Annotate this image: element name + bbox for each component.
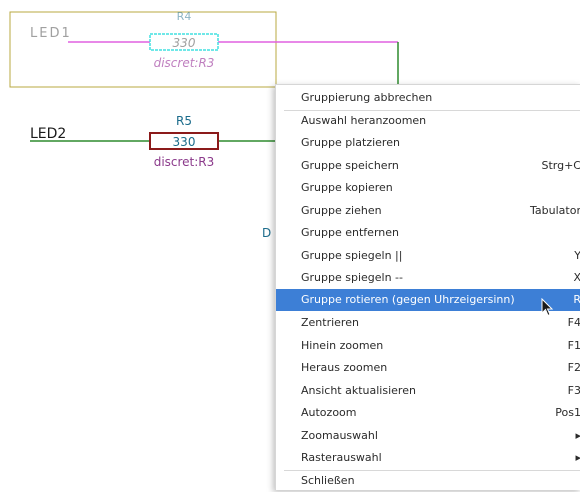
menu-item-gruppe-entfernen[interactable]: Gruppe entfernen <box>276 222 580 244</box>
menu-item-rasterauswahl[interactable]: Rasterauswahl ▸ <box>276 447 580 469</box>
menu-item-label: Heraus zoomen <box>301 361 388 374</box>
menu-item-gruppe-platzieren[interactable]: Gruppe platzieren <box>276 132 580 154</box>
menu-item-heraus-zoomen[interactable]: Heraus zoomen F2 <box>276 357 580 379</box>
menu-item-label: Schließen <box>301 474 355 487</box>
menu-item-label: Autozoom <box>301 406 357 419</box>
menu-item-zoomauswahl[interactable]: Zoomauswahl ▸ <box>276 425 580 447</box>
menu-item-shortcut: F4 <box>567 316 580 329</box>
menu-item-hinein-zoomen[interactable]: Hinein zoomen F1 <box>276 335 580 357</box>
menu-item-label: Gruppe kopieren <box>301 181 393 194</box>
menu-item-label: Gruppierung abbrechen <box>301 91 433 104</box>
submenu-arrow-icon: ▸ <box>575 429 580 442</box>
menu-item-label: Ansicht aktualisieren <box>301 384 416 397</box>
menu-item-label: Gruppe platzieren <box>301 136 400 149</box>
bottom-resistor-ref: R5 <box>176 114 192 128</box>
menu-item-shortcut: F3 <box>567 384 580 397</box>
menu-item-autozoom[interactable]: Autozoom Pos1 <box>276 402 580 424</box>
submenu-arrow-icon: ▸ <box>575 451 580 464</box>
menu-item-gruppe-ziehen[interactable]: Gruppe ziehen Tabulator <box>276 200 580 222</box>
menu-item-label: Gruppe ziehen <box>301 204 382 217</box>
bottom-footprint-label: discret:R3 <box>154 155 215 169</box>
top-footprint-label: discret:R3 <box>154 56 215 70</box>
menu-item-gruppierung-abbrechen[interactable]: Gruppierung abbrechen <box>276 87 580 109</box>
menu-item-shortcut: Strg+C <box>541 159 580 172</box>
top-resistor-value: 330 <box>173 36 196 50</box>
mouse-pointer-icon <box>541 298 554 317</box>
top-resistor-ref: R4 <box>177 10 192 23</box>
menu-item-label: Gruppe spiegeln || <box>301 249 403 262</box>
menu-item-gruppe-rotieren[interactable]: Gruppe rotieren (gegen Uhrzeigersinn) R <box>276 289 580 311</box>
menu-item-ansicht-aktualisieren[interactable]: Ansicht aktualisieren F3 <box>276 380 580 402</box>
menu-item-auswahl-heranzoomen[interactable]: Auswahl heranzoomen <box>276 110 580 132</box>
context-menu: Gruppierung abbrechen Auswahl heranzoome… <box>275 84 580 490</box>
selection-box <box>9 11 277 88</box>
menu-item-shortcut: R <box>573 293 580 306</box>
menu-item-label: Hinein zoomen <box>301 339 384 352</box>
partial-component-label: D <box>262 226 271 240</box>
menu-item-shortcut: F1 <box>567 339 580 352</box>
menu-item-label: Rasterauswahl <box>301 451 382 464</box>
menu-item-label: Gruppe rotieren (gegen Uhrzeigersinn) <box>301 293 515 306</box>
menu-item-label: Gruppe speichern <box>301 159 399 172</box>
menu-item-label: Gruppe spiegeln -- <box>301 271 403 284</box>
bottom-led-label: LED2 <box>30 126 66 142</box>
menu-item-shortcut: Y <box>574 249 580 262</box>
menu-item-label: Zentrieren <box>301 316 359 329</box>
menu-item-label: Gruppe entfernen <box>301 226 399 239</box>
menu-item-zentrieren[interactable]: Zentrieren F4 <box>276 312 580 334</box>
menu-item-gruppe-speichern[interactable]: Gruppe speichern Strg+C <box>276 155 580 177</box>
menu-item-shortcut: Tabulator <box>530 204 580 217</box>
menu-item-shortcut: X <box>573 271 580 284</box>
menu-item-gruppe-spiegeln-horizontal[interactable]: Gruppe spiegeln -- X <box>276 267 580 289</box>
menu-item-shortcut: F2 <box>567 361 580 374</box>
bottom-resistor-value: 330 <box>173 135 196 149</box>
menu-item-label: Auswahl heranzoomen <box>301 114 427 127</box>
top-led-label: LED1 <box>30 26 72 41</box>
menu-item-shortcut: Pos1 <box>555 406 580 419</box>
menu-item-gruppe-kopieren[interactable]: Gruppe kopieren <box>276 177 580 199</box>
menu-item-gruppe-spiegeln-vertikal[interactable]: Gruppe spiegeln || Y <box>276 245 580 267</box>
menu-item-label: Zoomauswahl <box>301 429 378 442</box>
